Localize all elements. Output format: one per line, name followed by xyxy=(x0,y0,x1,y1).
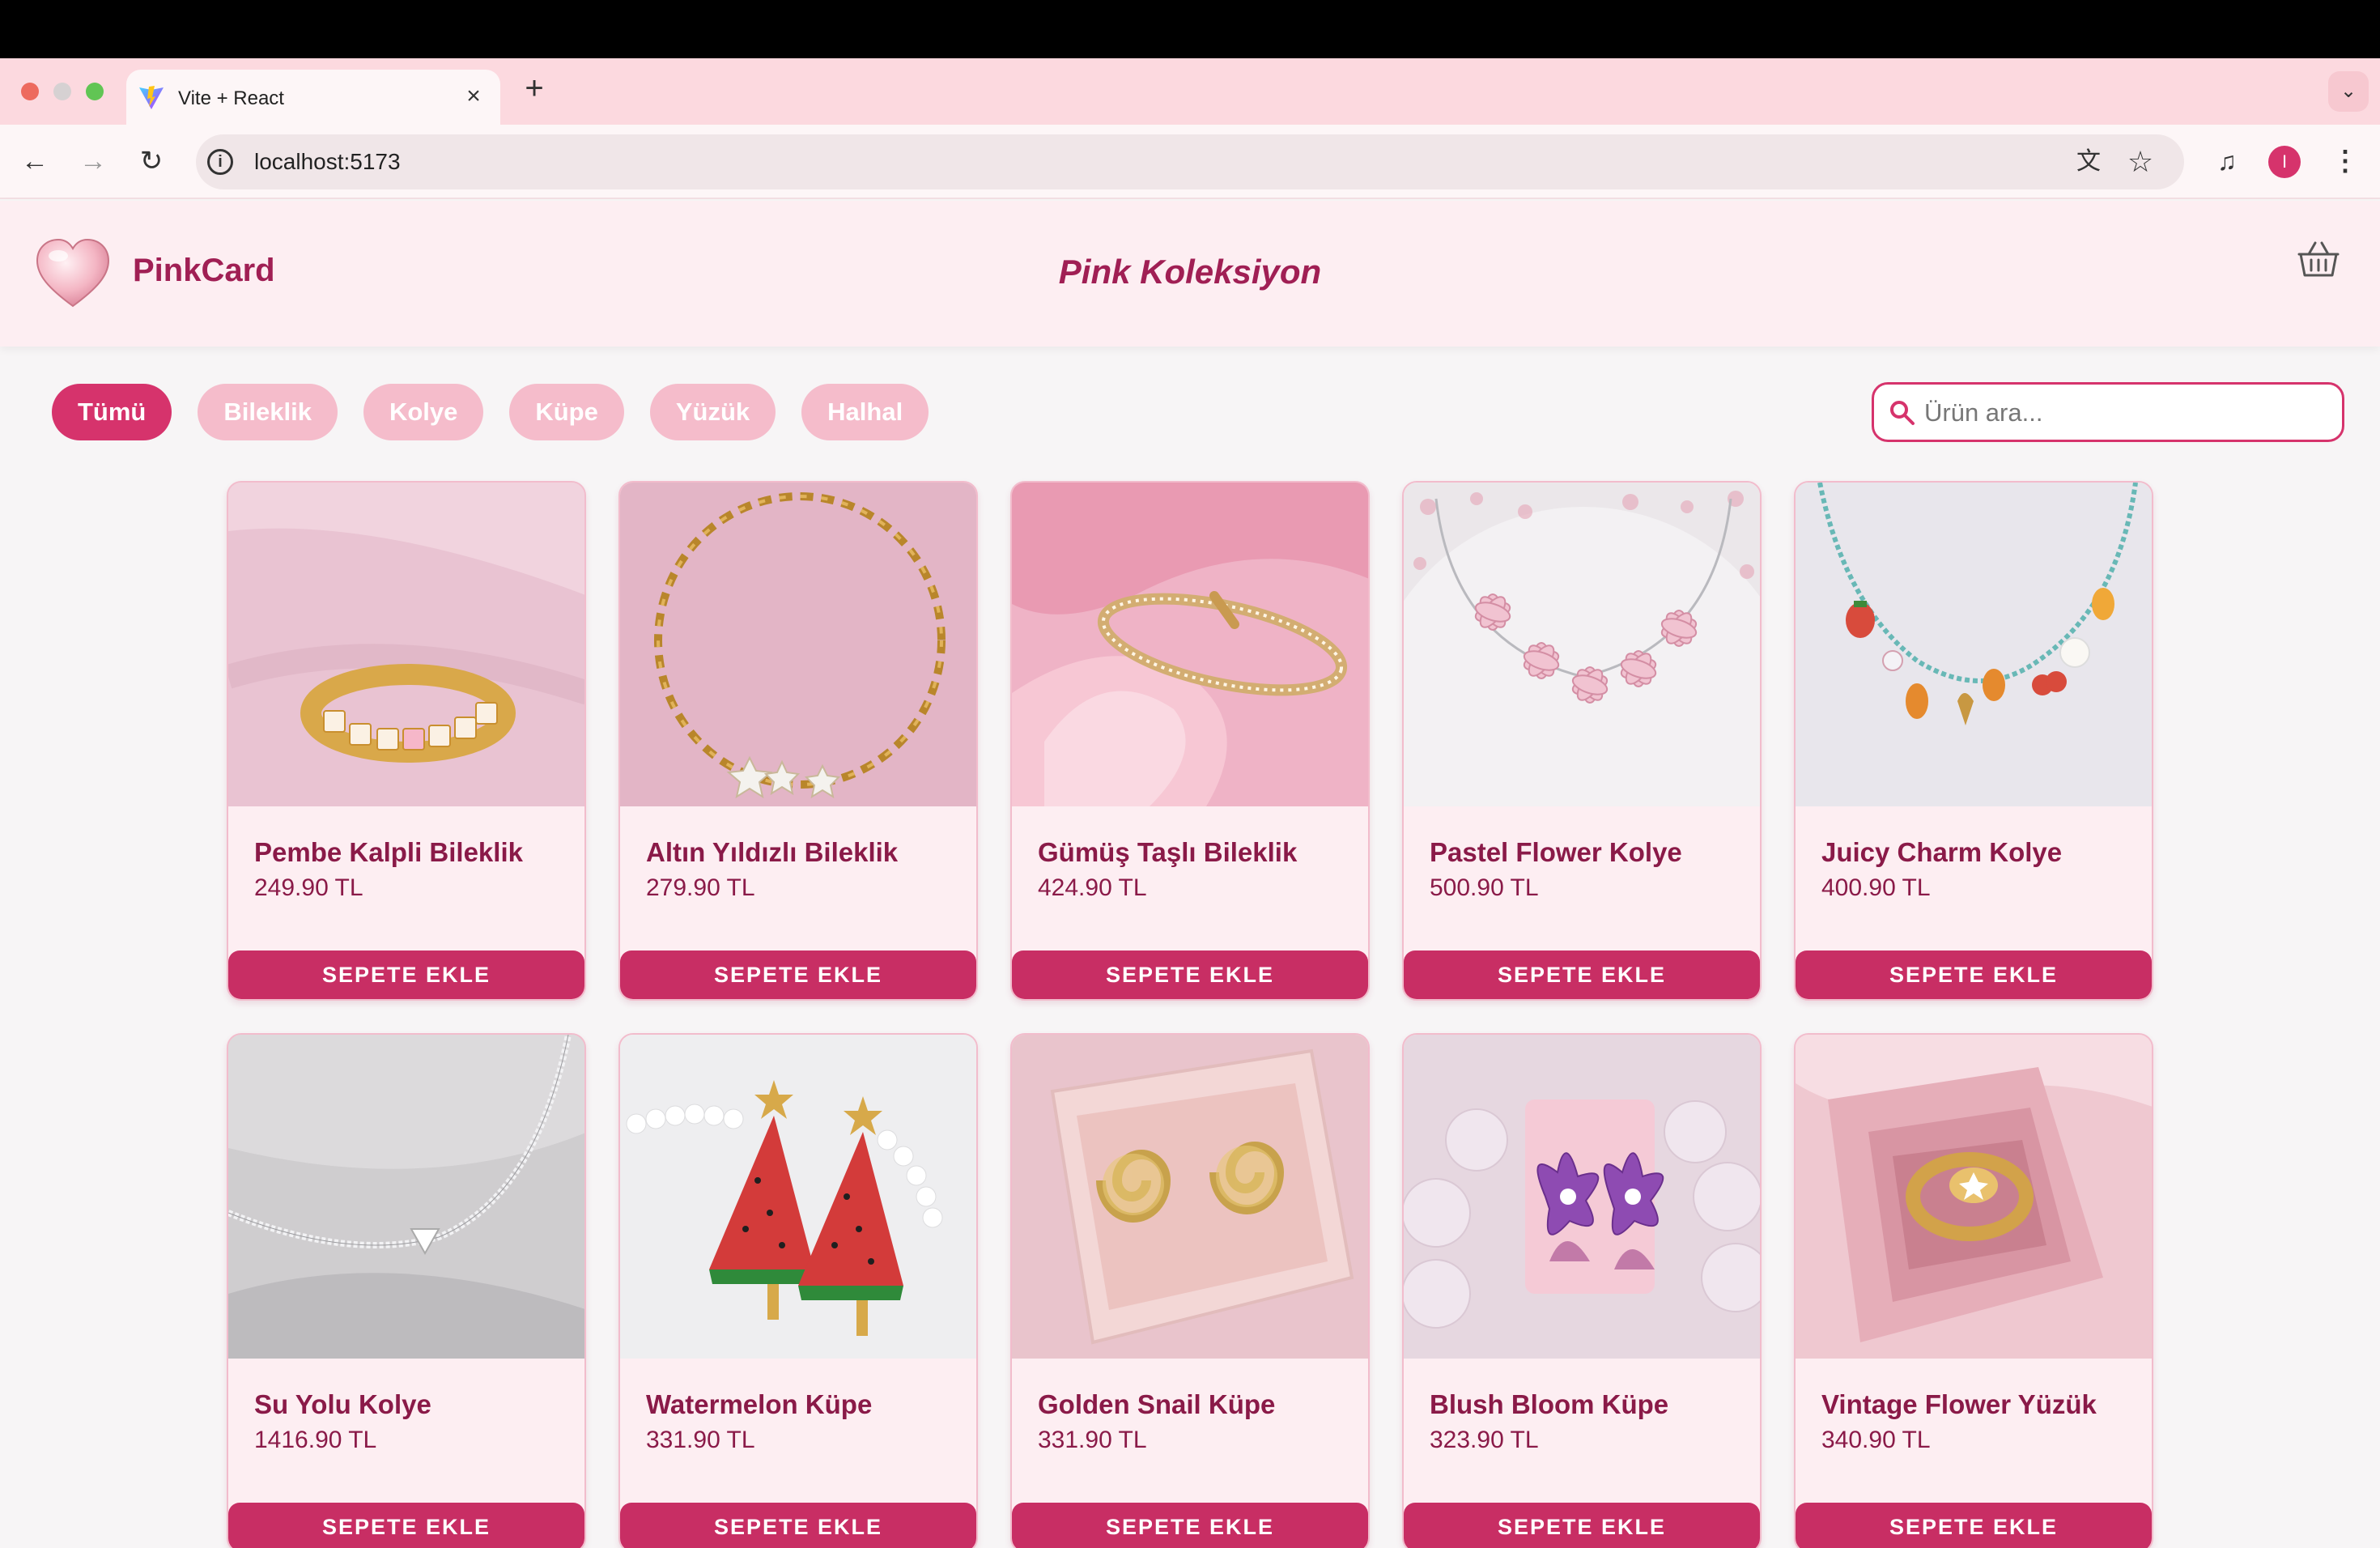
filter-chip-kolye[interactable]: Kolye xyxy=(363,384,484,440)
product-card: Pastel Flower Kolye 500.90 TL SEPETE EKL… xyxy=(1402,481,1762,1001)
product-price: 400.90 TL xyxy=(1821,874,1931,901)
product-image[interactable] xyxy=(620,1035,976,1359)
tab-search-dropdown[interactable]: ⌄ xyxy=(2328,71,2369,112)
product-price: 340.90 TL xyxy=(1821,1427,1931,1453)
product-name: Vintage Flower Yüzük xyxy=(1821,1389,2097,1419)
browser-tab[interactable]: Vite + React × xyxy=(126,70,500,125)
product-price: 500.90 TL xyxy=(1430,874,1539,901)
shopping-basket-icon[interactable] xyxy=(2296,236,2341,282)
filter-chip-all[interactable]: Tümü xyxy=(52,384,172,440)
product-price: 323.90 TL xyxy=(1430,1427,1539,1453)
product-price: 424.90 TL xyxy=(1038,874,1147,901)
product-price: 331.90 TL xyxy=(646,1427,755,1453)
product-card: Golden Snail Küpe 331.90 TL SEPETE EKLE xyxy=(1010,1033,1370,1548)
flower-necklace-image xyxy=(1404,483,1760,944)
product-card: Vintage Flower Yüzük 340.90 TL SEPETE EK… xyxy=(1794,1033,2153,1548)
product-name: Watermelon Küpe xyxy=(646,1389,873,1419)
close-window-button[interactable] xyxy=(21,83,39,100)
product-image[interactable] xyxy=(1012,483,1368,806)
search-box[interactable] xyxy=(1872,382,2344,442)
product-name: Su Yolu Kolye xyxy=(254,1389,431,1419)
bracelet-image xyxy=(228,483,584,806)
product-card: Altın Yıldızlı Bileklik 279.90 TL SEPETE… xyxy=(618,481,978,1001)
filter-chip-halhal[interactable]: Halhal xyxy=(801,384,929,440)
site-info-icon[interactable]: i xyxy=(207,149,233,175)
add-to-cart-button[interactable]: SEPETE EKLE xyxy=(228,950,584,999)
product-card: Juicy Charm Kolye 400.90 TL SEPETE EKLE xyxy=(1794,481,2153,1001)
media-control-icon[interactable]: ♫ xyxy=(2207,141,2247,181)
product-name: Altın Yıldızlı Bileklik xyxy=(646,837,899,867)
filter-chip-yuzuk[interactable]: Yüzük xyxy=(649,384,776,440)
add-to-cart-button[interactable]: SEPETE EKLE xyxy=(620,1503,976,1548)
add-to-cart-button[interactable]: SEPETE EKLE xyxy=(228,1503,584,1548)
flower-ring-image xyxy=(1796,1035,2152,1359)
filter-chip-bileklik[interactable]: Bileklik xyxy=(198,384,338,440)
os-menu-bar xyxy=(0,0,2380,58)
star-bracelet-image xyxy=(620,483,976,806)
back-arrow-icon[interactable]: ← xyxy=(15,141,55,181)
product-name: Pastel Flower Kolye xyxy=(1430,837,1682,867)
vite-icon xyxy=(139,86,164,109)
new-tab-button[interactable]: + xyxy=(518,68,550,108)
watermelon-earring-image xyxy=(620,1035,976,1359)
snail-earring-image xyxy=(1012,1035,1368,1359)
product-image[interactable] xyxy=(228,483,584,806)
product-price: 279.90 TL xyxy=(646,874,755,901)
product-price: 249.90 TL xyxy=(254,874,363,901)
product-name: Pembe Kalpli Bileklik xyxy=(254,837,523,867)
translate-icon[interactable]: 文 xyxy=(2072,146,2105,178)
product-price: 331.90 TL xyxy=(1038,1427,1147,1453)
product-name: Golden Snail Küpe xyxy=(1038,1389,1276,1419)
product-image[interactable] xyxy=(1796,483,2152,806)
product-image[interactable] xyxy=(1404,1035,1760,1359)
page-title: Pink Koleksiyon xyxy=(1058,253,1322,291)
product-image[interactable] xyxy=(1404,483,1760,944)
app-header: PinkCard Pink Koleksiyon xyxy=(0,201,2380,347)
product-image[interactable] xyxy=(1796,1035,2152,1359)
reload-icon[interactable]: ↻ xyxy=(131,141,172,181)
product-name: Blush Bloom Küpe xyxy=(1430,1389,1669,1419)
add-to-cart-button[interactable]: SEPETE EKLE xyxy=(1796,950,2152,999)
browser-menu-icon[interactable]: ⋮ xyxy=(2325,141,2365,181)
add-to-cart-button[interactable]: SEPETE EKLE xyxy=(1404,1503,1760,1548)
filter-chip-kupe[interactable]: Küpe xyxy=(509,384,624,440)
bookmark-star-icon[interactable]: ☆ xyxy=(2124,146,2157,178)
tab-title: Vite + React xyxy=(178,87,284,109)
address-bar[interactable]: i localhost:5173 文 ☆ xyxy=(196,134,2184,189)
product-image[interactable] xyxy=(1012,1035,1368,1359)
product-price: 1416.90 TL xyxy=(254,1427,377,1453)
add-to-cart-button[interactable]: SEPETE EKLE xyxy=(1012,1503,1368,1548)
search-input[interactable] xyxy=(1924,393,2329,433)
product-card: Gümüş Taşlı Bileklik 424.90 TL SEPETE EK… xyxy=(1010,481,1370,1001)
category-filter-bar: Tümü Bileklik Kolye Küpe Yüzük Halhal xyxy=(52,384,929,440)
tennis-necklace-image xyxy=(228,1035,584,1359)
product-grid: Pembe Kalpli Bileklik 249.90 TL SEPETE E… xyxy=(227,481,2153,1548)
add-to-cart-button[interactable]: SEPETE EKLE xyxy=(1796,1503,2152,1548)
minimize-window-button[interactable] xyxy=(53,83,71,100)
product-name: Gümüş Taşlı Bileklik xyxy=(1038,837,1298,867)
product-card: Pembe Kalpli Bileklik 249.90 TL SEPETE E… xyxy=(227,481,586,1001)
add-to-cart-button[interactable]: SEPETE EKLE xyxy=(1404,950,1760,999)
search-icon xyxy=(1890,401,1915,425)
forward-arrow-icon[interactable]: → xyxy=(73,141,113,181)
add-to-cart-button[interactable]: SEPETE EKLE xyxy=(1012,950,1368,999)
add-to-cart-button[interactable]: SEPETE EKLE xyxy=(620,950,976,999)
profile-avatar[interactable]: I xyxy=(2268,146,2301,178)
charm-necklace-image xyxy=(1796,483,2152,806)
product-card: Watermelon Küpe 331.90 TL SEPETE EKLE xyxy=(618,1033,978,1548)
product-name: Juicy Charm Kolye xyxy=(1821,837,2063,867)
maximize-window-button[interactable] xyxy=(86,83,104,100)
silver-bracelet-image xyxy=(1012,483,1368,806)
product-card: Su Yolu Kolye 1416.90 TL SEPETE EKLE xyxy=(227,1033,586,1548)
browser-toolbar: ← → ↻ i localhost:5173 文 ☆ ♫ I ⋮ xyxy=(0,125,2380,199)
bloom-earring-image xyxy=(1404,1035,1760,1359)
product-image[interactable] xyxy=(228,1035,584,1359)
url-text[interactable]: localhost:5173 xyxy=(254,149,401,175)
browser-tab-strip: Vite + React × xyxy=(0,58,2380,125)
product-card: Blush Bloom Küpe 323.90 TL SEPETE EKLE xyxy=(1402,1033,1762,1548)
product-image[interactable] xyxy=(620,483,976,806)
close-tab-icon[interactable]: × xyxy=(460,83,487,110)
